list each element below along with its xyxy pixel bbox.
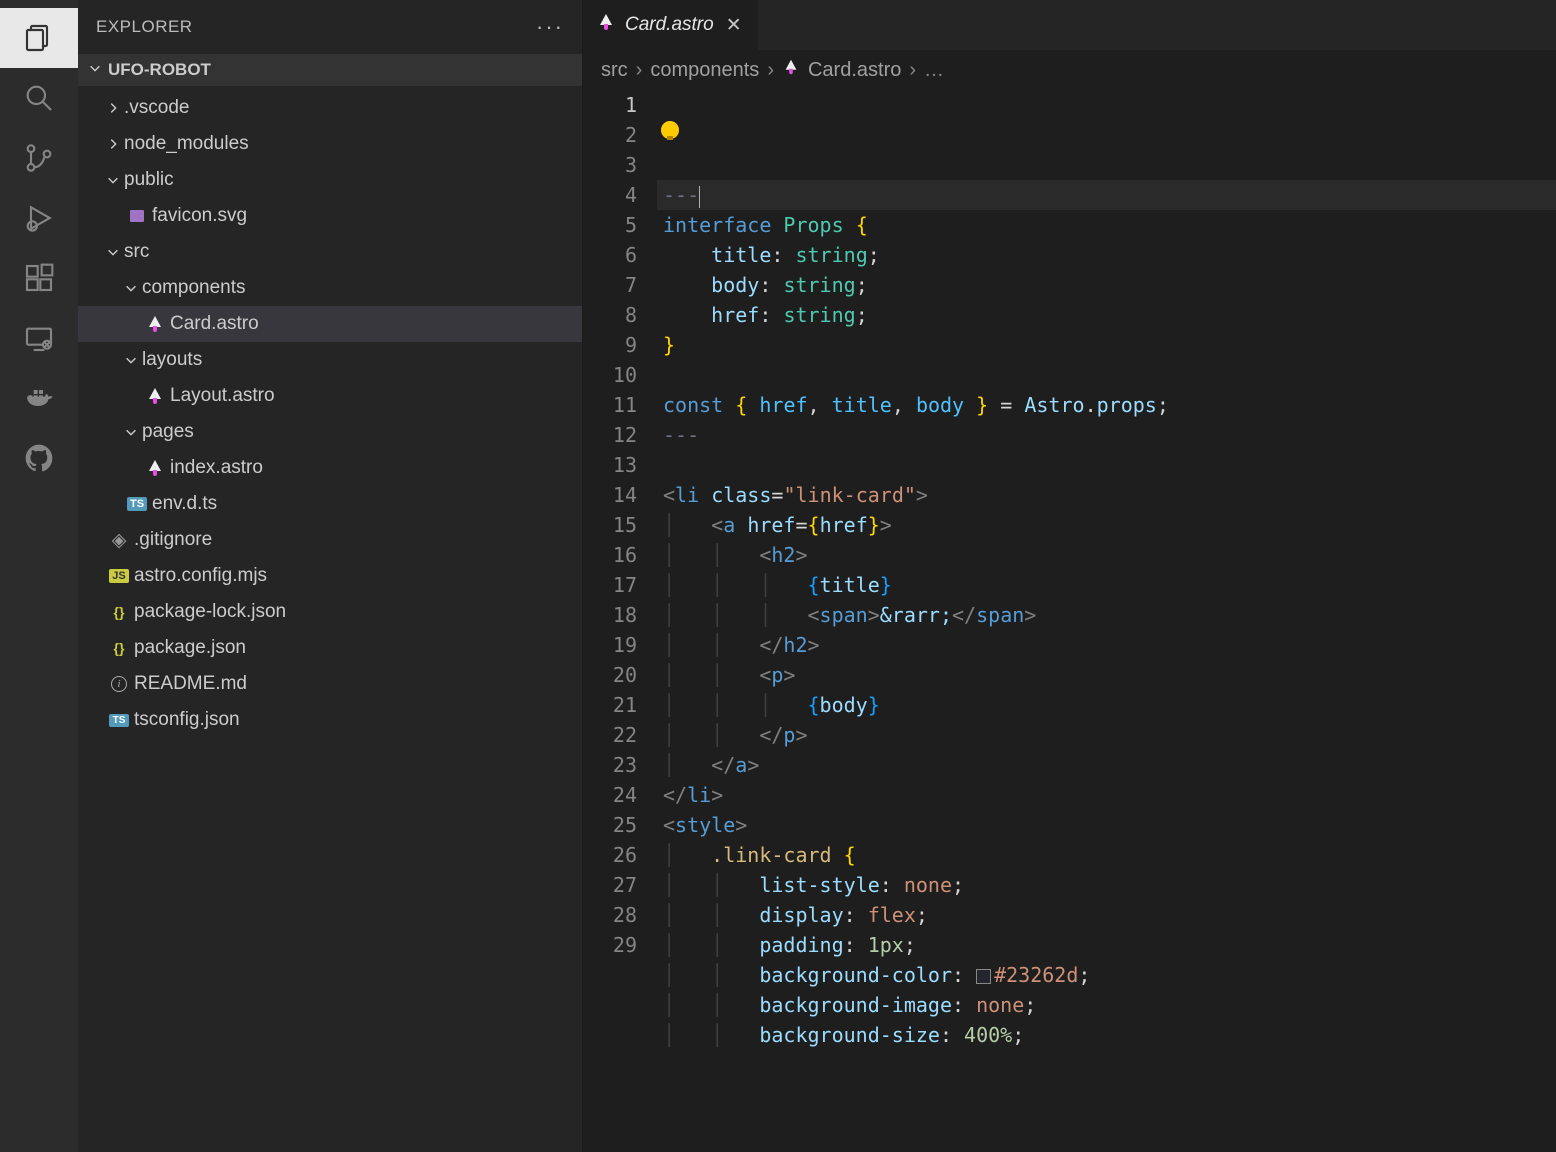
activity-search[interactable] bbox=[0, 68, 78, 128]
explorer-more-icon[interactable]: ··· bbox=[536, 14, 564, 40]
file-index-astro[interactable]: index.astro bbox=[78, 450, 582, 486]
code-content[interactable]: ---interface Props { title: string; body… bbox=[657, 90, 1556, 1152]
breadcrumb-more[interactable]: … bbox=[924, 59, 944, 82]
chevron-right-icon: › bbox=[909, 59, 916, 82]
chevron-down-icon bbox=[124, 425, 142, 439]
line-gutter: 1234567891011121314151617181920212223242… bbox=[583, 90, 657, 1152]
folder-components[interactable]: components bbox=[78, 270, 582, 306]
tab-card-astro[interactable]: Card.astro ✕ bbox=[583, 0, 759, 50]
json-icon: {} bbox=[106, 640, 132, 656]
astro-icon bbox=[597, 13, 615, 37]
editor-area: Card.astro ✕ src › components › Card.ast… bbox=[583, 0, 1556, 1152]
explorer-sidebar: EXPLORER ··· UFO-ROBOT .vscode node_modu… bbox=[78, 0, 583, 1152]
image-icon bbox=[124, 210, 150, 222]
chevron-right-icon: › bbox=[636, 59, 643, 82]
chevron-down-icon bbox=[88, 60, 102, 80]
file-readme[interactable]: iREADME.md bbox=[78, 666, 582, 702]
astro-icon bbox=[782, 58, 800, 82]
chevron-right-icon: › bbox=[767, 59, 774, 82]
breadcrumb-item[interactable]: src bbox=[601, 59, 628, 82]
file-layout-astro[interactable]: Layout.astro bbox=[78, 378, 582, 414]
file-card-astro[interactable]: Card.astro bbox=[78, 306, 582, 342]
file-env-dts[interactable]: TSenv.d.ts bbox=[78, 486, 582, 522]
file-astro-config[interactable]: JSastro.config.mjs bbox=[78, 558, 582, 594]
breadcrumb-item[interactable]: components bbox=[650, 59, 759, 82]
breadcrumb-item[interactable]: Card.astro bbox=[808, 59, 901, 82]
lightbulb-icon[interactable] bbox=[661, 121, 679, 139]
file-favicon[interactable]: favicon.svg bbox=[78, 198, 582, 234]
folder-src[interactable]: src bbox=[78, 234, 582, 270]
activity-remote[interactable] bbox=[0, 308, 78, 368]
project-header[interactable]: UFO-ROBOT bbox=[78, 54, 582, 86]
chevron-down-icon bbox=[106, 245, 124, 259]
explorer-title: EXPLORER bbox=[96, 17, 193, 37]
tab-label: Card.astro bbox=[625, 14, 714, 36]
folder-public[interactable]: public bbox=[78, 162, 582, 198]
astro-icon bbox=[142, 459, 168, 477]
folder-node-modules[interactable]: node_modules bbox=[78, 126, 582, 162]
info-icon: i bbox=[106, 676, 132, 692]
astro-icon bbox=[142, 387, 168, 405]
ts-icon: TS bbox=[124, 497, 150, 511]
chevron-down-icon bbox=[124, 281, 142, 295]
close-icon[interactable]: ✕ bbox=[724, 12, 744, 39]
file-tree: .vscode node_modules public favicon.svg … bbox=[78, 86, 582, 1152]
activity-bar bbox=[0, 0, 78, 1152]
file-gitignore[interactable]: ◈.gitignore bbox=[78, 522, 582, 558]
git-icon: ◈ bbox=[106, 529, 132, 552]
chevron-down-icon bbox=[124, 353, 142, 367]
js-icon: JS bbox=[106, 569, 132, 583]
folder-pages[interactable]: pages bbox=[78, 414, 582, 450]
code-editor[interactable]: 1234567891011121314151617181920212223242… bbox=[583, 90, 1556, 1152]
project-name: UFO-ROBOT bbox=[108, 60, 211, 80]
chevron-right-icon bbox=[106, 137, 124, 151]
activity-github[interactable] bbox=[0, 428, 78, 488]
chevron-right-icon bbox=[106, 101, 124, 115]
file-tsconfig[interactable]: TStsconfig.json bbox=[78, 702, 582, 738]
folder-layouts[interactable]: layouts bbox=[78, 342, 582, 378]
activity-extensions[interactable] bbox=[0, 248, 78, 308]
file-package-json[interactable]: {}package.json bbox=[78, 630, 582, 666]
activity-explorer[interactable] bbox=[0, 8, 78, 68]
chevron-down-icon bbox=[106, 173, 124, 187]
astro-icon bbox=[142, 315, 168, 333]
folder-vscode[interactable]: .vscode bbox=[78, 90, 582, 126]
json-icon: {} bbox=[106, 604, 132, 620]
tab-bar: Card.astro ✕ bbox=[583, 0, 1556, 50]
file-package-lock[interactable]: {}package-lock.json bbox=[78, 594, 582, 630]
activity-source-control[interactable] bbox=[0, 128, 78, 188]
tsconfig-icon: TS bbox=[106, 714, 132, 727]
breadcrumb[interactable]: src › components › Card.astro › … bbox=[583, 50, 1556, 90]
activity-run-debug[interactable] bbox=[0, 188, 78, 248]
activity-docker[interactable] bbox=[0, 368, 78, 428]
explorer-header: EXPLORER ··· bbox=[78, 0, 582, 54]
